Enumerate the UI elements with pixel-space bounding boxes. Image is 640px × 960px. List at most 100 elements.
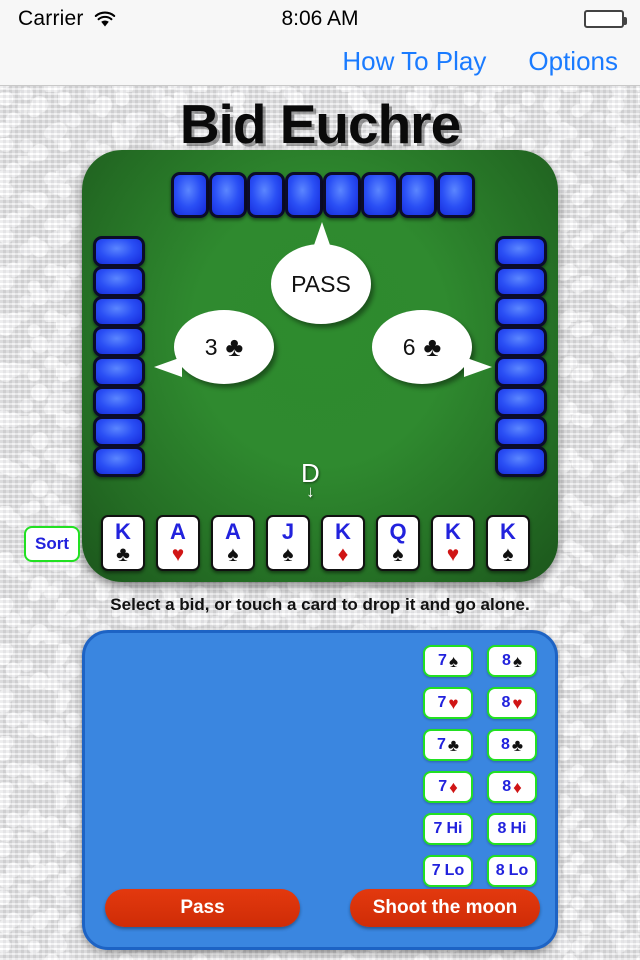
bid-button[interactable]: 7 ♠ xyxy=(423,645,473,677)
sort-button[interactable]: Sort xyxy=(24,526,80,562)
how-to-play-button[interactable]: How To Play xyxy=(342,46,486,77)
bid-button-number: 8 xyxy=(495,862,505,879)
bid-button-suit-icon: ♣ xyxy=(447,735,460,755)
card-back xyxy=(495,356,547,387)
bid-button-suit-icon: ♠ xyxy=(512,651,522,671)
bid-button-number: 7 xyxy=(438,778,448,795)
hand-card[interactable]: K ♣ xyxy=(101,515,145,571)
hand-card[interactable]: K ♠ xyxy=(486,515,530,571)
bid-button-suit-icon: ♦ xyxy=(449,777,458,797)
bid-bubble-top-text: PASS xyxy=(291,270,351,297)
hand-card-suit-icon: ♠ xyxy=(282,543,294,566)
bid-button-word: Hi xyxy=(446,820,463,837)
bid-button[interactable]: 7 ♣ xyxy=(423,729,473,761)
bid-button-number: 8 xyxy=(502,652,511,669)
bid-button[interactable]: 8 ♠ xyxy=(487,645,537,677)
hand-card-suit-icon: ♦ xyxy=(337,543,349,566)
bid-button-number: 7 xyxy=(436,736,446,753)
card-back xyxy=(171,172,209,218)
hand-card[interactable]: J ♠ xyxy=(266,515,310,571)
dealer-marker: D ↓ xyxy=(301,460,320,500)
bid-button-suit-icon: ♣ xyxy=(511,735,524,755)
bid-bubble-top: PASS xyxy=(271,222,371,324)
hand-card[interactable]: K ♦ xyxy=(321,515,365,571)
card-back xyxy=(361,172,399,218)
bid-button-suit-icon: ♦ xyxy=(513,777,522,797)
bid-button[interactable]: 8 Hi xyxy=(487,813,537,845)
hand-card[interactable]: A ♠ xyxy=(211,515,255,571)
card-back xyxy=(93,356,145,387)
bid-bubble-left-suit-icon: ♣ xyxy=(225,331,244,362)
card-back xyxy=(495,416,547,447)
hand-card-rank: A xyxy=(170,519,186,544)
hand-card[interactable]: Q ♠ xyxy=(376,515,420,571)
bid-button-suit-icon: ♠ xyxy=(448,651,458,671)
card-back xyxy=(247,172,285,218)
bid-button-number: 7 xyxy=(431,862,441,879)
nav-bar: How To Play Options xyxy=(0,38,640,86)
card-back xyxy=(495,296,547,327)
bid-bubble-right: 6 ♣ xyxy=(372,310,492,384)
hand-card-rank: K xyxy=(335,519,351,544)
card-back xyxy=(93,296,145,327)
bid-button-number: 7 xyxy=(437,694,447,711)
hand-card[interactable]: A ♥ xyxy=(156,515,200,571)
bid-button[interactable]: 8 ♦ xyxy=(487,771,537,803)
bid-button-suit-icon: ♥ xyxy=(512,693,523,713)
bid-button[interactable]: 8 Lo xyxy=(487,855,537,887)
card-back xyxy=(495,326,547,357)
status-time: 8:06 AM xyxy=(281,7,359,30)
bid-button-number: 8 xyxy=(501,694,511,711)
bid-button-number: 7 xyxy=(438,652,447,669)
card-back xyxy=(437,172,475,218)
hand-card-suit-icon: ♠ xyxy=(392,543,404,566)
bid-button-number: 7 xyxy=(433,820,443,837)
bid-button[interactable]: 8 ♣ xyxy=(487,729,537,761)
hand-card[interactable]: K ♥ xyxy=(431,515,475,571)
card-back xyxy=(495,386,547,417)
card-back xyxy=(93,266,145,297)
pass-button[interactable]: Pass xyxy=(105,889,300,927)
hand-card-suit-icon: ♣ xyxy=(116,543,130,566)
bid-button-word: Hi xyxy=(510,820,527,837)
card-back xyxy=(495,446,547,477)
card-back xyxy=(209,172,247,218)
card-back xyxy=(495,266,547,297)
status-bar: Carrier 8:06 AM xyxy=(0,0,640,38)
battery-icon xyxy=(584,10,627,28)
hand-card-rank: K xyxy=(500,519,516,544)
instruction-text: Select a bid, or touch a card to drop it… xyxy=(110,595,530,614)
shoot-the-moon-button[interactable]: Shoot the moon xyxy=(350,889,540,927)
bid-button-word: Lo xyxy=(508,862,529,879)
card-back xyxy=(93,236,145,267)
options-button[interactable]: Options xyxy=(528,46,618,77)
player-hand: K ♣ A ♥ A ♠ J ♠ K ♦ Q ♠ K ♥ K ♠ xyxy=(101,515,530,571)
hand-card-suit-icon: ♠ xyxy=(227,543,239,566)
bid-button-suit-icon: ♥ xyxy=(448,693,459,713)
card-back xyxy=(323,172,361,218)
hand-card-rank: A xyxy=(225,519,241,544)
bid-button[interactable]: 7 ♦ xyxy=(423,771,473,803)
bid-button[interactable]: 7 Hi xyxy=(423,813,473,845)
bid-grid: 7 ♠ 8 ♠ 7 ♥ 8 ♥ 7 ♣ 8 ♣ 7 ♦ 8 ♦ 7 Hi 8 Hi 7 Lo 8 Lo xyxy=(423,645,537,887)
bid-button-number: 8 xyxy=(497,820,507,837)
bid-button[interactable]: 7 Lo xyxy=(423,855,473,887)
bid-bubble-left: 3 ♣ xyxy=(154,310,274,384)
card-back xyxy=(93,416,145,447)
hand-card-suit-icon: ♥ xyxy=(446,543,460,566)
card-back xyxy=(285,172,323,218)
bid-bubble-left-text: 3 xyxy=(204,333,218,360)
card-back xyxy=(93,326,145,357)
bid-bubble-right-suit-icon: ♣ xyxy=(423,331,442,362)
hand-card-suit-icon: ♠ xyxy=(502,543,514,566)
bid-button-number: 8 xyxy=(502,778,512,795)
hand-card-rank: K xyxy=(115,519,131,544)
card-back xyxy=(93,386,145,417)
bid-button-number: 8 xyxy=(500,736,510,753)
bid-bubble-right-text: 6 xyxy=(402,333,416,360)
bid-button[interactable]: 7 ♥ xyxy=(423,687,473,719)
bid-button-word: Lo xyxy=(444,862,465,879)
hand-card-rank: Q xyxy=(389,519,407,544)
bid-button[interactable]: 8 ♥ xyxy=(487,687,537,719)
hand-card-rank: K xyxy=(445,519,461,544)
